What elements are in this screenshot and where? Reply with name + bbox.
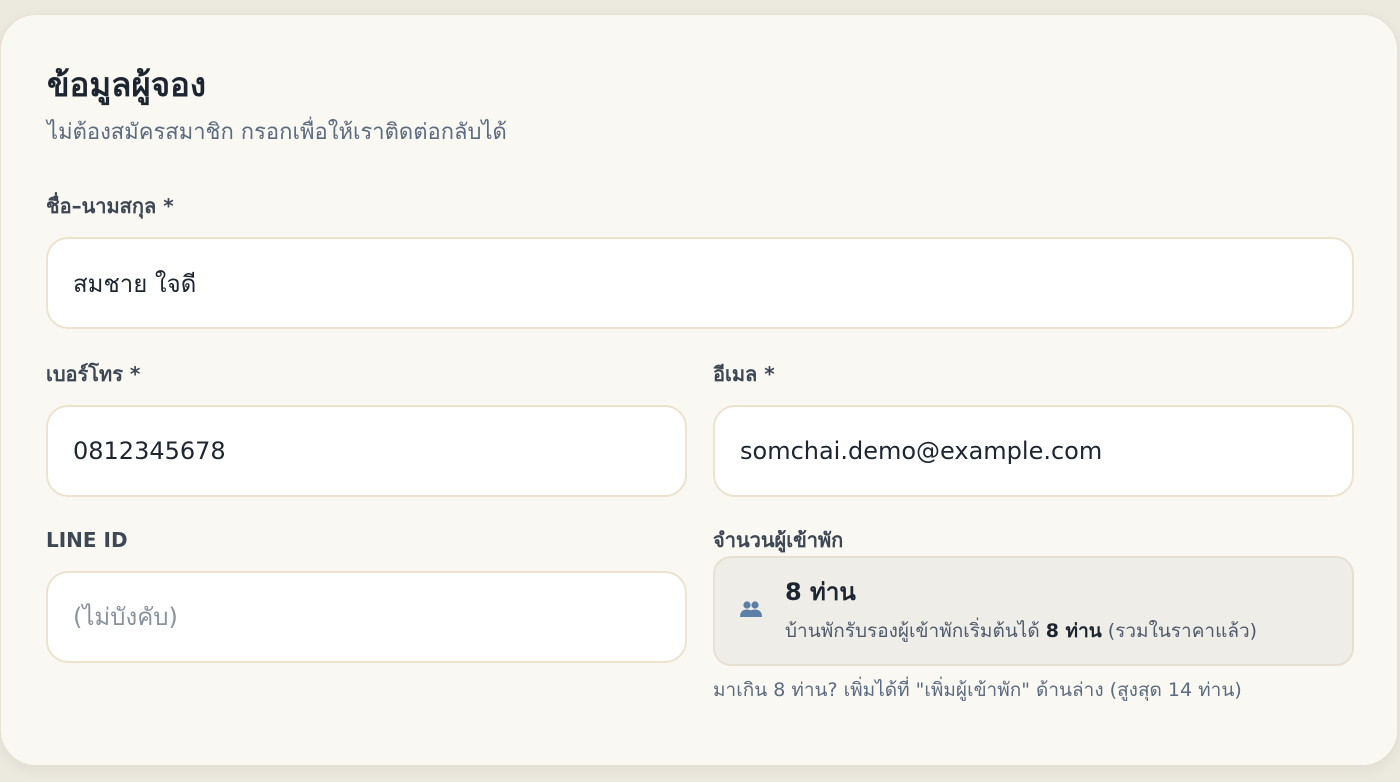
guests-hint: มาเกิน 8 ท่าน? เพิ่มได้ที่ "เพิ่มผู้เข้า… <box>713 679 1242 701</box>
full-name-label: ชื่อ–นามสกุล * <box>46 194 174 218</box>
phone-label: เบอร์โทร * <box>46 362 141 386</box>
guests-count-box: 8 ท่าน บ้านพักรับรองผู้เข้าพักเริ่มต้นได… <box>713 556 1354 666</box>
email-input[interactable] <box>713 405 1354 497</box>
phone-input[interactable] <box>46 405 687 497</box>
section-subtitle: ไม่ต้องสมัครสมาชิก กรอกเพื่อให้เราติดต่อ… <box>47 120 507 145</box>
people-icon <box>740 601 762 617</box>
full-name-input[interactable] <box>46 237 1354 329</box>
guests-note-bold: 8 ท่าน <box>1045 620 1102 642</box>
guests-note: บ้านพักรับรองผู้เข้าพักเริ่มต้นได้ 8 ท่า… <box>785 616 1257 646</box>
line-id-label: LINE ID <box>46 528 128 552</box>
email-label: อีเมล * <box>713 362 775 386</box>
guests-note-prefix: บ้านพักรับรองผู้เข้าพักเริ่มต้นได้ <box>785 620 1046 642</box>
line-id-input[interactable] <box>46 571 687 663</box>
section-title: ข้อมูลผู้จอง <box>47 65 206 104</box>
guests-label: จำนวนผู้เข้าพัก <box>713 528 844 552</box>
guests-note-suffix: (รวมในราคาแล้ว) <box>1101 620 1258 642</box>
guests-count: 8 ท่าน <box>785 578 856 606</box>
